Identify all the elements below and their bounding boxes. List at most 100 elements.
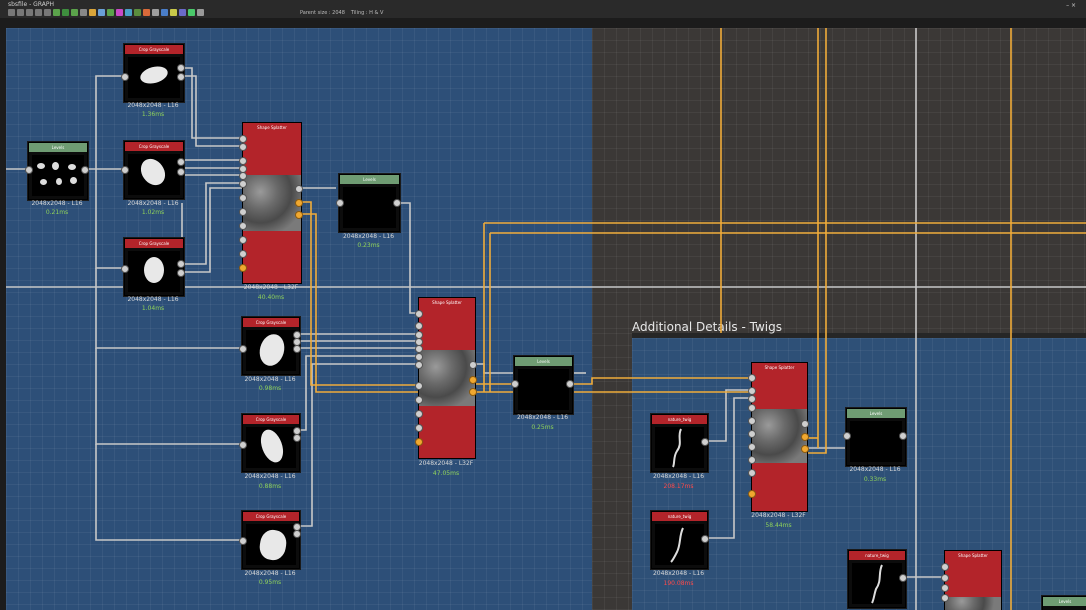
toolbar-button[interactable] xyxy=(143,9,150,16)
output-port[interactable] xyxy=(701,535,709,543)
output-port[interactable] xyxy=(295,185,303,193)
output-port-orange[interactable] xyxy=(295,199,303,207)
crop-grayscale-node-1[interactable]: Crop Grayscale xyxy=(124,44,184,102)
output-port[interactable] xyxy=(801,420,809,428)
toolbar-button[interactable] xyxy=(170,9,177,16)
input-port[interactable] xyxy=(843,432,851,440)
input-port[interactable] xyxy=(415,382,423,390)
shape-splatter-node-4[interactable]: Shape Splatter xyxy=(944,550,1002,610)
output-port[interactable] xyxy=(393,199,401,207)
input-port[interactable] xyxy=(239,441,247,449)
window-controls[interactable]: – × xyxy=(1066,2,1076,9)
input-port[interactable] xyxy=(748,417,756,425)
output-port-orange[interactable] xyxy=(469,376,477,384)
parent-size-dropdown[interactable]: Parent size : 2048 xyxy=(300,10,345,18)
input-port[interactable] xyxy=(511,380,519,388)
input-port[interactable] xyxy=(239,194,247,202)
input-port[interactable] xyxy=(239,537,247,545)
toolbar-button[interactable] xyxy=(188,9,195,16)
toolbar-button[interactable] xyxy=(161,9,168,16)
output-port[interactable] xyxy=(177,158,185,166)
crop-grayscale-node-3[interactable]: Crop Grayscale xyxy=(124,238,184,296)
toolbar-button[interactable] xyxy=(80,9,87,16)
input-port[interactable] xyxy=(748,469,756,477)
input-port[interactable] xyxy=(239,236,247,244)
input-port-orange[interactable] xyxy=(239,264,247,272)
input-port[interactable] xyxy=(415,410,423,418)
toolbar-button[interactable] xyxy=(53,9,60,16)
input-port[interactable] xyxy=(239,157,247,165)
toolbar-button[interactable] xyxy=(98,9,105,16)
input-port[interactable] xyxy=(415,353,423,361)
output-port[interactable] xyxy=(81,166,89,174)
input-port[interactable] xyxy=(941,574,949,582)
input-port[interactable] xyxy=(941,563,949,571)
output-port[interactable] xyxy=(293,345,301,353)
crop-grayscale-node-4[interactable]: Crop Grayscale xyxy=(242,317,300,375)
toolbar-button[interactable] xyxy=(179,9,186,16)
levels-node-3[interactable]: Levels xyxy=(846,408,906,466)
nature-twig-node-2[interactable]: nature_twig xyxy=(651,511,708,569)
output-port-orange[interactable] xyxy=(801,433,809,441)
input-port[interactable] xyxy=(239,180,247,188)
output-port[interactable] xyxy=(177,260,185,268)
levels-node-1[interactable]: Levels xyxy=(339,174,400,232)
input-port[interactable] xyxy=(239,250,247,258)
output-port[interactable] xyxy=(177,168,185,176)
input-port[interactable] xyxy=(941,594,949,602)
output-port[interactable] xyxy=(293,434,301,442)
input-port[interactable] xyxy=(121,166,129,174)
input-port[interactable] xyxy=(748,404,756,412)
output-port[interactable] xyxy=(177,269,185,277)
input-port[interactable] xyxy=(748,443,756,451)
input-port[interactable] xyxy=(239,222,247,230)
nature-twig-node-1[interactable]: nature_twig xyxy=(651,414,708,472)
toolbar-button[interactable] xyxy=(62,9,69,16)
input-port[interactable] xyxy=(748,387,756,395)
output-port-orange[interactable] xyxy=(801,445,809,453)
input-port[interactable] xyxy=(336,199,344,207)
toolbar-button[interactable] xyxy=(134,9,141,16)
input-port[interactable] xyxy=(748,374,756,382)
crop-grayscale-node-6[interactable]: Crop Grayscale xyxy=(242,511,300,569)
output-port[interactable] xyxy=(293,530,301,538)
toolbar-button[interactable] xyxy=(89,9,96,16)
toolbar-button[interactable] xyxy=(8,9,15,16)
input-port-orange[interactable] xyxy=(748,490,756,498)
input-port[interactable] xyxy=(748,456,756,464)
input-port[interactable] xyxy=(415,322,423,330)
output-port[interactable] xyxy=(177,64,185,72)
input-port[interactable] xyxy=(415,345,423,353)
input-port[interactable] xyxy=(239,135,247,143)
input-port[interactable] xyxy=(239,345,247,353)
shape-splatter-node-1[interactable]: Shape Splatter xyxy=(242,122,302,284)
input-port[interactable] xyxy=(121,265,129,273)
output-port[interactable] xyxy=(469,361,477,369)
crop-grayscale-node-2[interactable]: Crop Grayscale xyxy=(124,141,184,199)
nature-twig-node-3[interactable]: nature_twig xyxy=(848,550,906,608)
toolbar-button[interactable] xyxy=(107,9,114,16)
shape-splatter-node-3[interactable]: Shape Splatter xyxy=(751,362,808,512)
input-port[interactable] xyxy=(239,143,247,151)
tiling-dropdown[interactable]: Tiling : H & V xyxy=(351,10,384,18)
shape-splatter-node-2[interactable]: Shape Splatter xyxy=(418,297,476,459)
output-port[interactable] xyxy=(566,380,574,388)
toolbar-button[interactable] xyxy=(125,9,132,16)
output-port-orange[interactable] xyxy=(469,388,477,396)
input-port[interactable] xyxy=(748,395,756,403)
output-port-orange[interactable] xyxy=(295,211,303,219)
levels-node-4[interactable]: Levels xyxy=(1042,596,1086,610)
toolbar-button[interactable] xyxy=(17,9,24,16)
input-port[interactable] xyxy=(239,172,247,180)
toolbar-button[interactable] xyxy=(35,9,42,16)
levels-node-2[interactable]: Levels xyxy=(514,356,573,414)
input-port[interactable] xyxy=(25,166,33,174)
input-port[interactable] xyxy=(415,361,423,369)
input-port[interactable] xyxy=(415,310,423,318)
input-port-orange[interactable] xyxy=(415,438,423,446)
levels-node-input[interactable]: Levels xyxy=(28,142,88,200)
crop-grayscale-node-5[interactable]: Crop Grayscale xyxy=(242,414,300,472)
toolbar-button[interactable] xyxy=(26,9,33,16)
output-port[interactable] xyxy=(177,73,185,81)
input-port[interactable] xyxy=(748,430,756,438)
